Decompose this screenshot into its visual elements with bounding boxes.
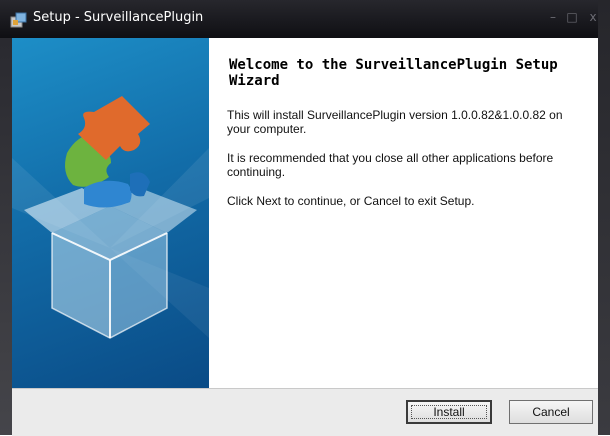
window-border-right xyxy=(598,0,610,435)
close-apps-note: It is recommended that you close all oth… xyxy=(227,151,554,179)
welcome-heading-line1: Welcome to the SurveillancePlugin Setup xyxy=(229,57,558,73)
minimize-button[interactable]: – xyxy=(546,10,560,24)
welcome-heading-line2: Wizard xyxy=(229,73,280,89)
install-button[interactable]: Install xyxy=(406,400,492,424)
window-border-left xyxy=(0,38,12,435)
cancel-button[interactable]: Cancel xyxy=(509,400,593,424)
setup-window: Setup - SurveillancePlugin – □ x Welcome… xyxy=(0,0,610,436)
wizard-image xyxy=(12,38,209,388)
puzzle-box-graphic xyxy=(12,96,209,339)
welcome-content: Welcome to the SurveillancePlugin Setup … xyxy=(209,38,598,388)
welcome-heading: Welcome to the SurveillancePlugin Setup … xyxy=(229,57,594,89)
window-title: Setup - SurveillancePlugin xyxy=(33,10,204,25)
title-bar[interactable]: Setup - SurveillancePlugin – □ x xyxy=(0,0,610,38)
maximize-button[interactable]: □ xyxy=(565,10,579,24)
focus-indicator xyxy=(411,405,487,419)
continue-instruction: Click Next to continue, or Cancel to exi… xyxy=(227,194,475,208)
setup-icon xyxy=(10,12,27,28)
install-description: This will install SurveillancePlugin ver… xyxy=(227,108,563,136)
button-bar: Install Cancel xyxy=(12,388,598,436)
